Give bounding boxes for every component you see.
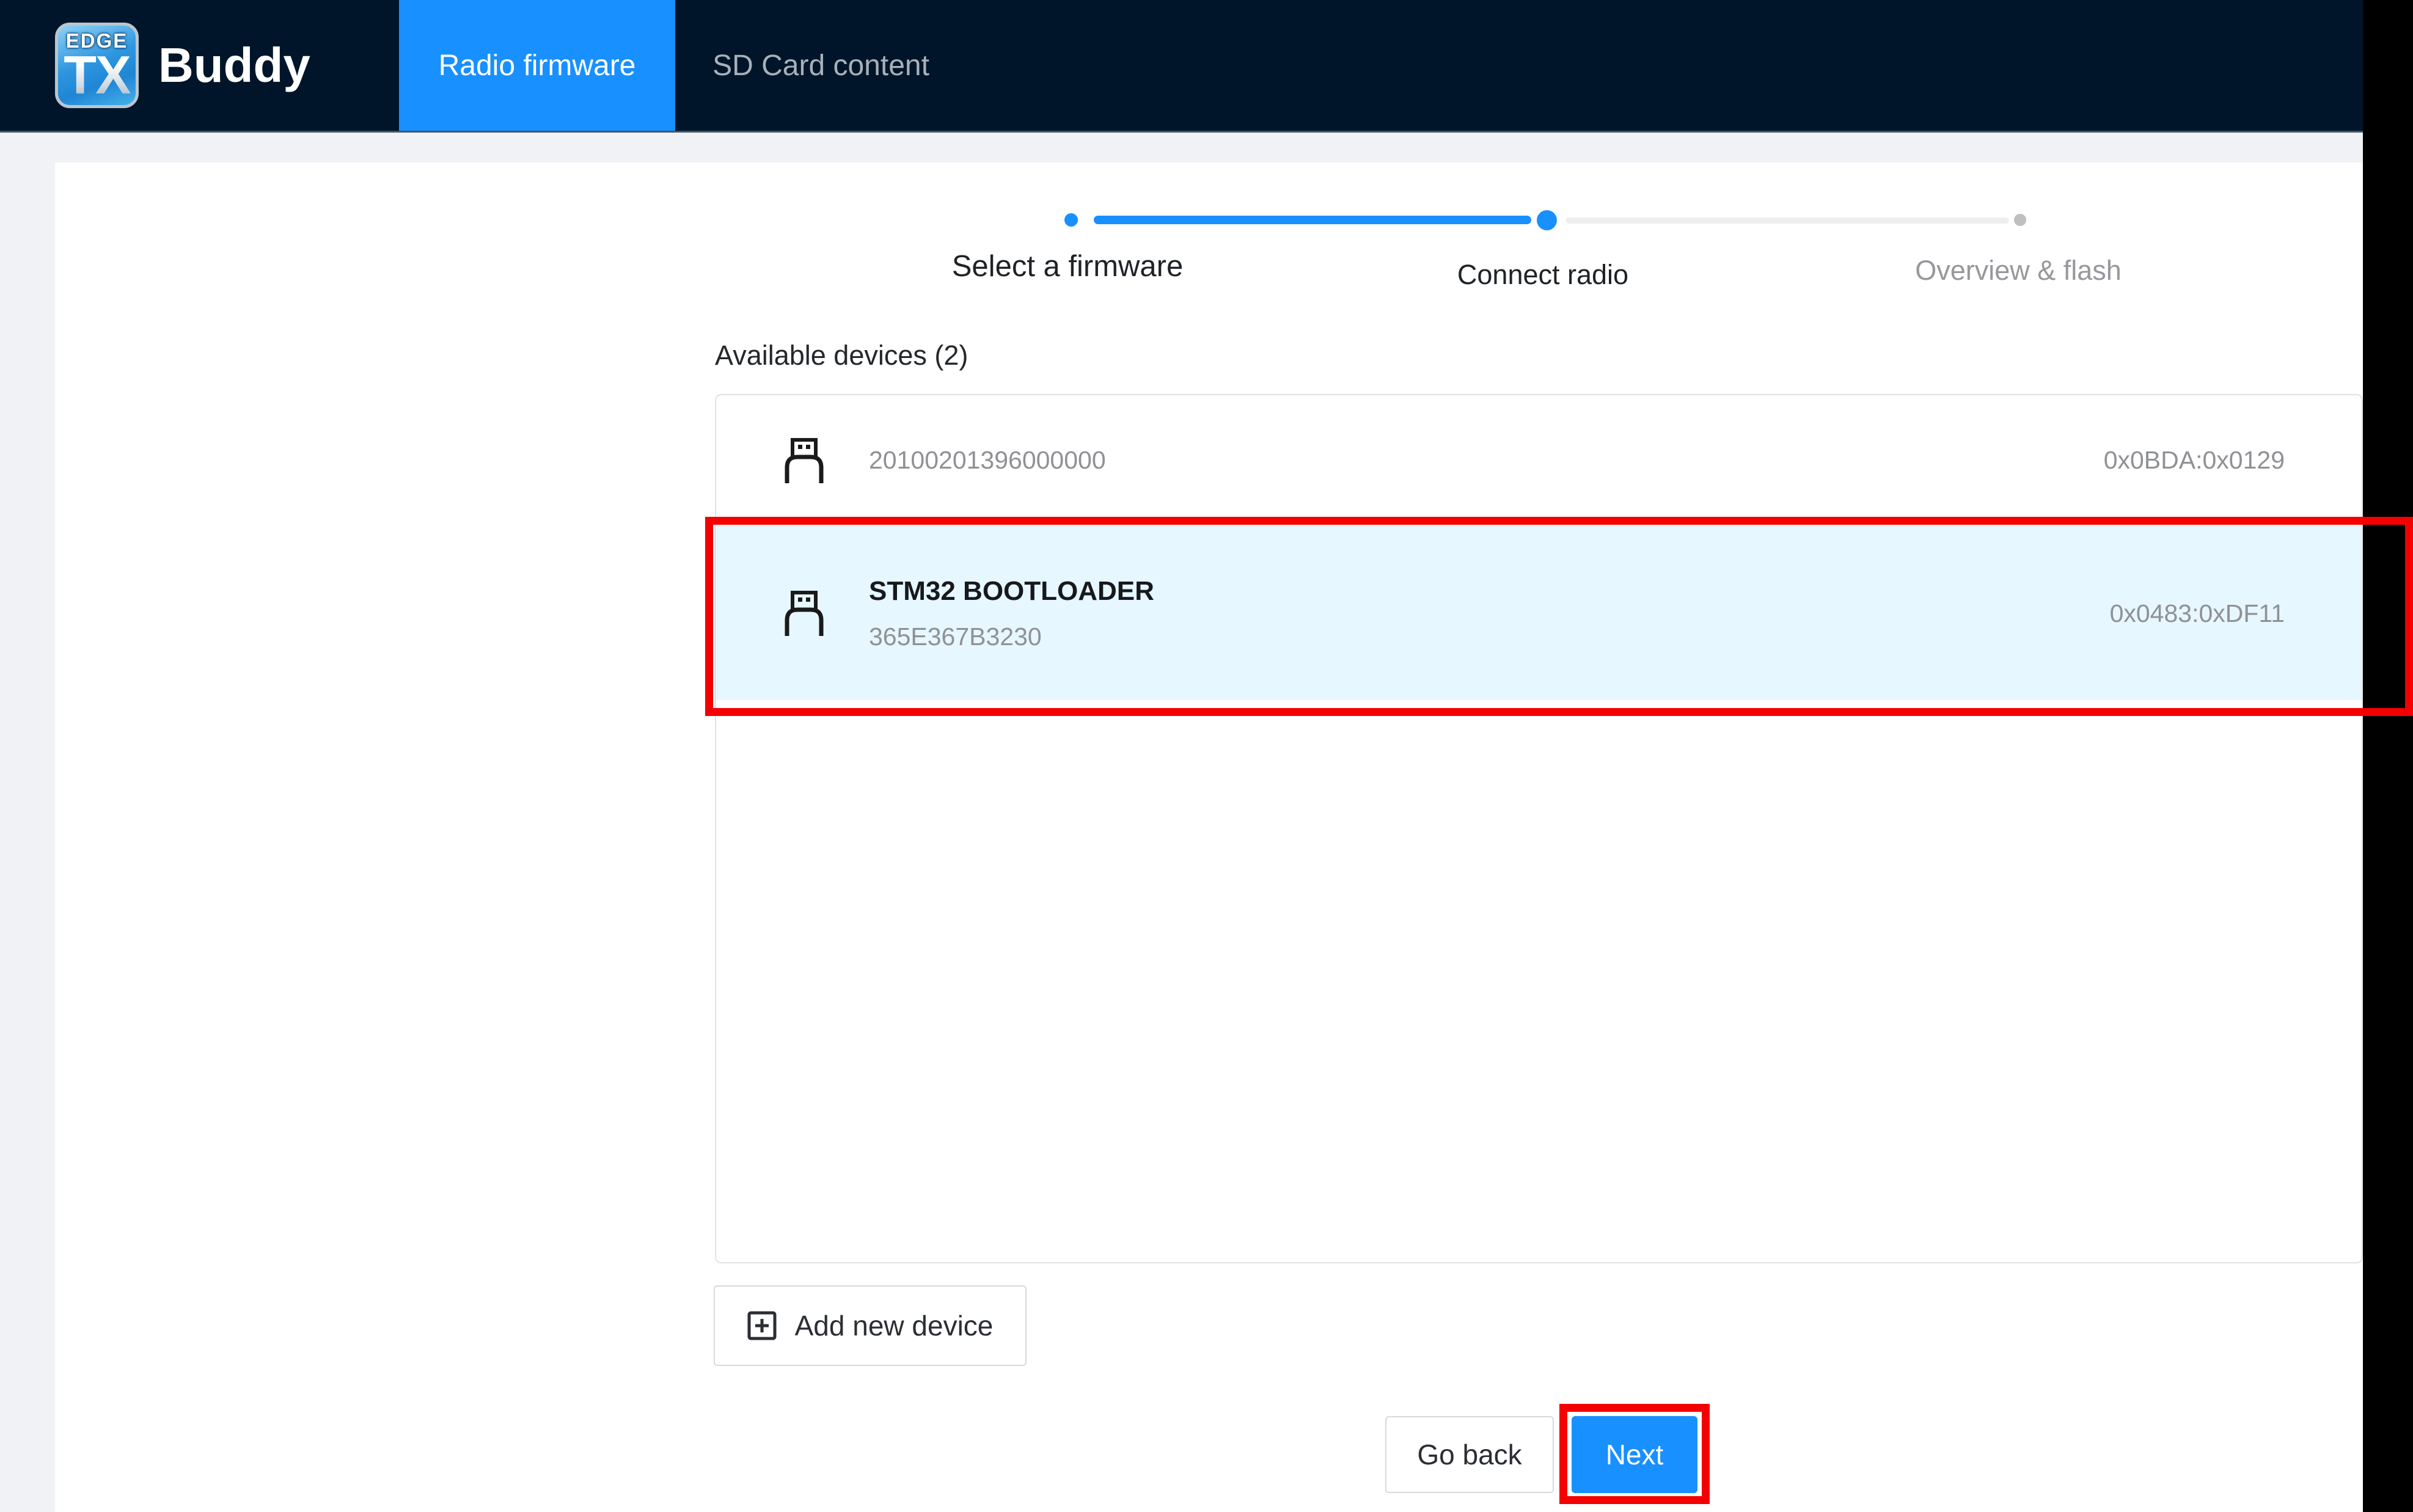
plus-square-icon (747, 1311, 777, 1340)
step-label-select-firmware: Select a firmware (952, 249, 1184, 283)
add-new-device-label: Add new device (795, 1309, 994, 1342)
stepper-line-upcoming (1565, 217, 2009, 224)
next-label: Next (1606, 1438, 1664, 1471)
device-name: STM32 BOOTLOADER (869, 576, 1154, 607)
stepper-line-completed (1094, 216, 1531, 224)
nav-tabs: Radio firmware SD Card content (399, 0, 967, 131)
usb-icon (785, 591, 824, 636)
step-dot-connect-radio (1537, 210, 1557, 230)
brand-home-link[interactable]: EDGE TX Buddy (55, 0, 310, 131)
top-navbar: EDGE TX Buddy Radio firmware SD Card con… (0, 0, 2363, 133)
tab-sd-card-content[interactable]: SD Card content (675, 0, 967, 131)
device-info: STM32 BOOTLOADER 365E367B3230 (869, 576, 1154, 651)
next-button[interactable]: Next (1572, 1416, 1697, 1493)
device-serial: 365E367B3230 (869, 623, 1154, 651)
step-dot-select-firmware (1064, 213, 1078, 227)
device-name: 20100201396000000 (869, 446, 1106, 475)
device-list: 20100201396000000 0x0BDA:0x0129 STM32 BO… (715, 394, 2363, 1263)
step-dot-overview-flash (2014, 214, 2026, 226)
logo-tx-text: TX (64, 48, 130, 102)
available-devices-heading: Available devices (2) (715, 340, 968, 371)
edgetx-buddy-screen: EDGE TX Buddy Radio firmware SD Card con… (0, 0, 2413, 1512)
app-title: Buddy (158, 37, 310, 93)
screen-edge-black-band (2363, 0, 2413, 1512)
add-new-device-button[interactable]: Add new device (714, 1285, 1027, 1366)
device-vidpid: 0x0BDA:0x0129 (2104, 446, 2285, 475)
step-label-connect-radio: Connect radio (1457, 259, 1628, 291)
device-row-stm32-bootloader[interactable]: STM32 BOOTLOADER 365E367B3230 0x0483:0xD… (716, 527, 2362, 700)
tab-radio-firmware[interactable]: Radio firmware (399, 0, 675, 131)
device-vidpid: 0x0483:0xDF11 (2110, 599, 2285, 628)
step-label-overview-flash: Overview & flash (1915, 255, 2122, 287)
device-info: 20100201396000000 (869, 446, 1106, 475)
usb-icon (785, 438, 824, 483)
go-back-label: Go back (1417, 1438, 1521, 1471)
edgetx-logo-icon: EDGE TX (55, 23, 139, 108)
go-back-button[interactable]: Go back (1385, 1416, 1554, 1493)
device-row-realtek[interactable]: 20100201396000000 0x0BDA:0x0129 (716, 395, 2362, 525)
